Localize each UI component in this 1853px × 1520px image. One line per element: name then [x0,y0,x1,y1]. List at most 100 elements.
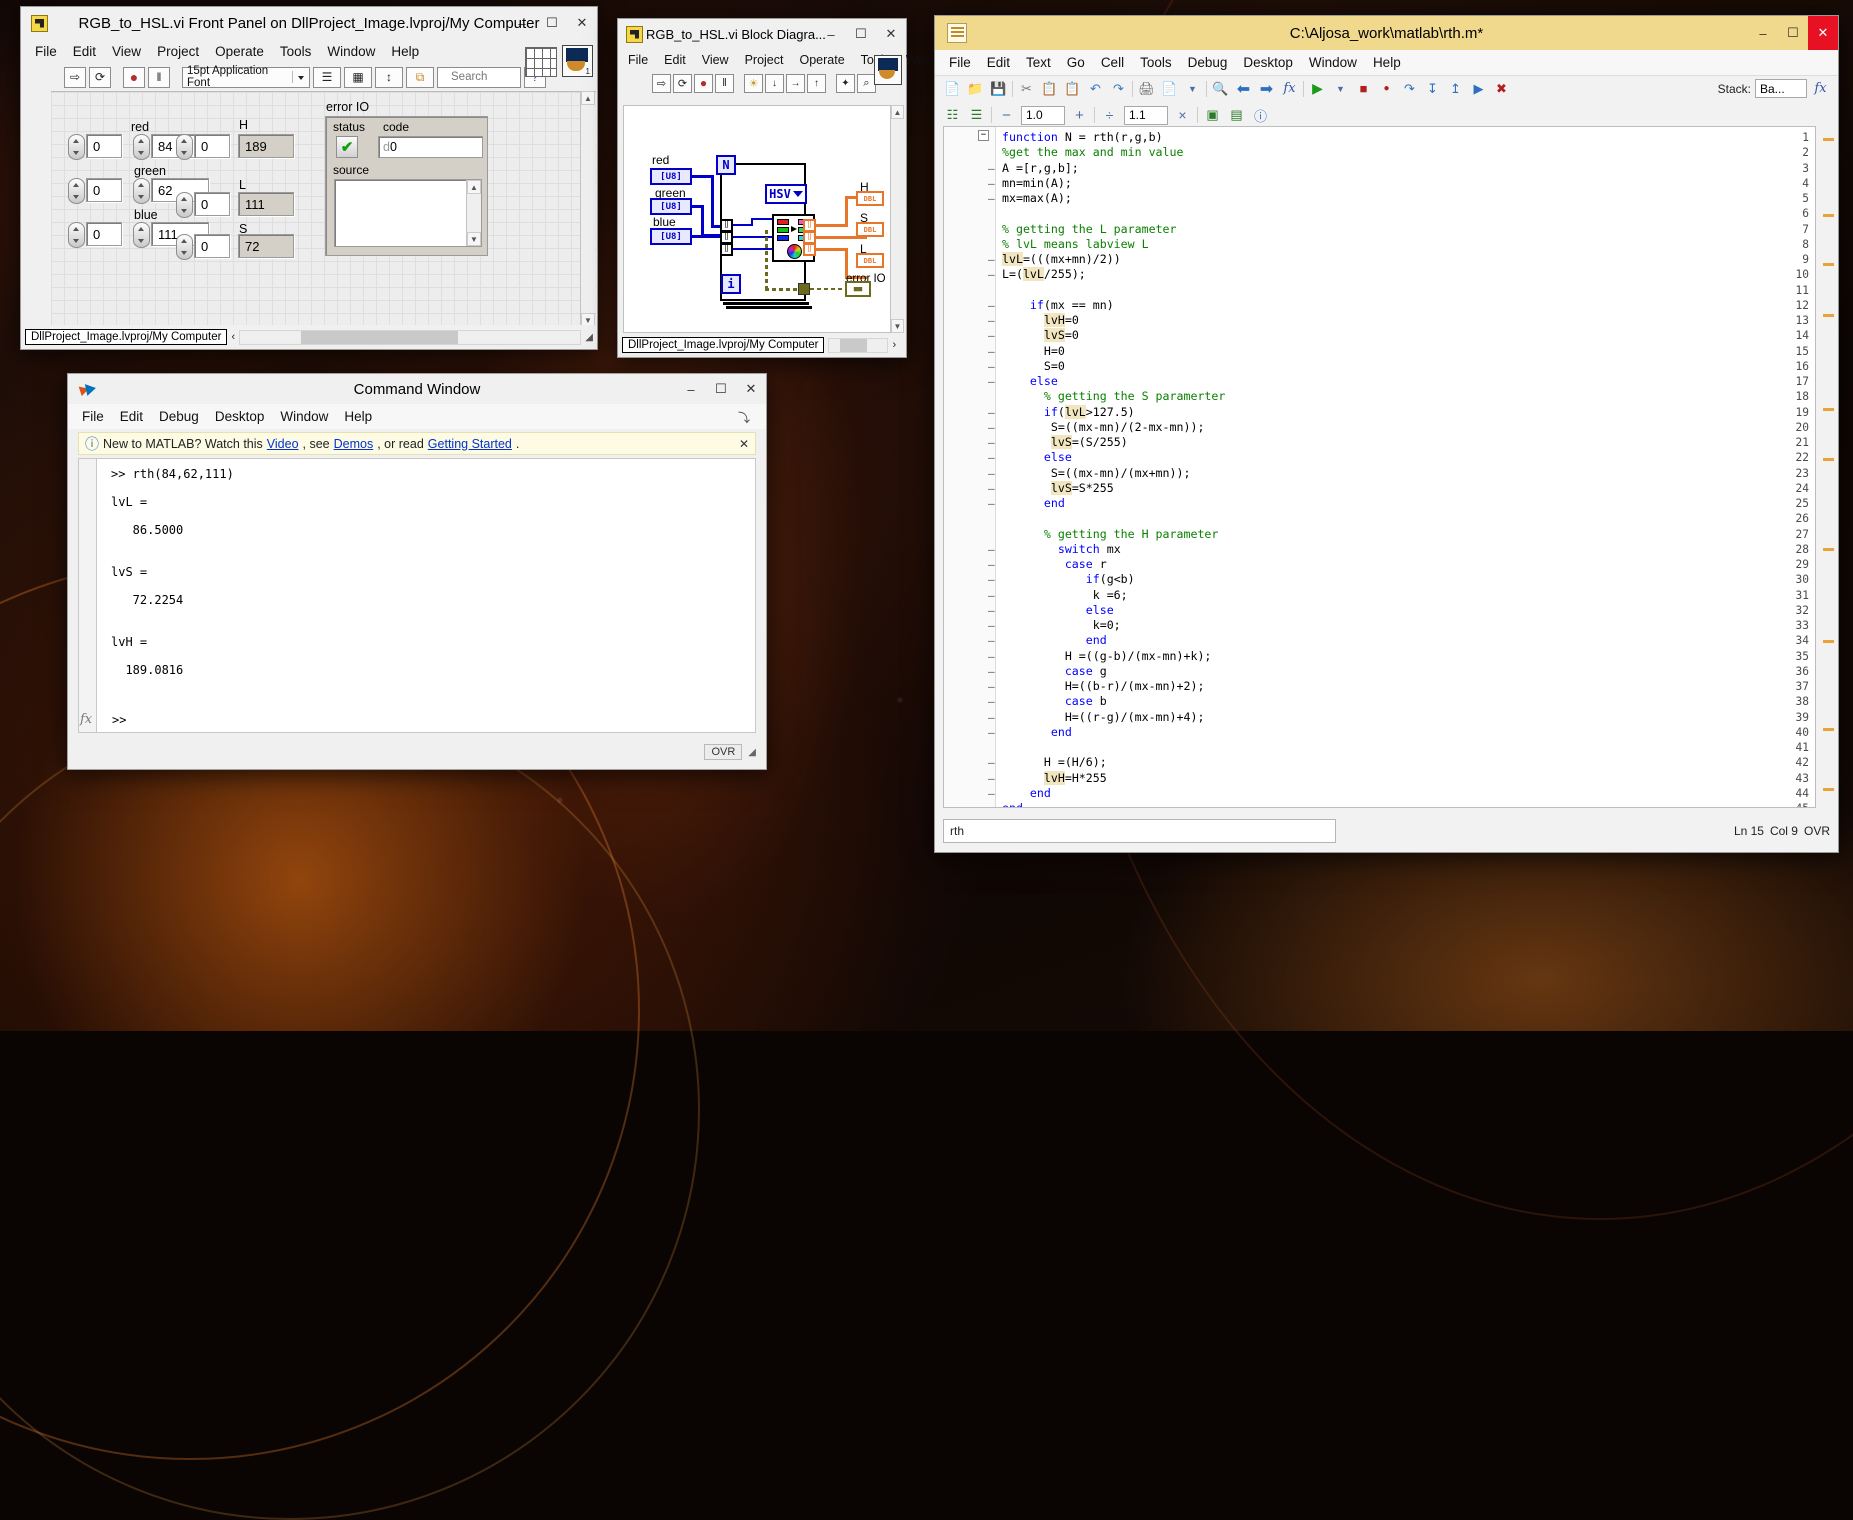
loop-tunnel-blue[interactable]: [] [720,243,733,256]
evaluate-cell-icon[interactable]: ▣ [1203,106,1222,125]
h-spinner[interactable] [176,134,193,160]
matlab-notice-bar[interactable]: ⓘ New to MATLAB? Watch this Video , see … [78,432,756,455]
matlab-editor-window[interactable]: C:\Aljosa_work\matlab\rth.m* – ☐ ✕ File … [934,15,1839,853]
red-offset-value[interactable]: 0 [86,134,122,158]
code-line[interactable]: lvS=S*255 [1002,480,1114,496]
executable-line-marker[interactable]: – [988,267,995,282]
evaluate-cell-advance-icon[interactable]: ▤ [1227,106,1246,125]
executable-line-marker[interactable]: – [988,572,995,587]
executable-line-marker[interactable]: – [988,771,995,786]
stack-selector[interactable]: Ba... [1755,79,1807,98]
step-into-button[interactable]: ↓ [765,73,784,93]
close-button[interactable]: ✕ [1808,16,1838,50]
code-line[interactable]: if(lvL>127.5) [1002,404,1135,420]
command-window-output[interactable]: >> rth(84,62,111) lvL = 86.5000 lvS = 72… [96,458,756,733]
decrease-value-input[interactable]: 1.0 [1021,105,1065,125]
block-diagram-hscrollbar[interactable] [828,337,889,353]
error-io-output-terminal[interactable]: ■■ [845,281,871,297]
code-line[interactable]: else [1002,603,1114,618]
executable-line-marker[interactable]: – [988,664,995,679]
insert-cell-divider-icon[interactable]: ☰ [967,106,986,125]
menu-window[interactable]: Window [272,407,336,426]
executable-line-marker[interactable]: – [988,725,995,740]
insert-cell-icon[interactable]: ☷ [943,106,962,125]
clear-breakpoints-icon[interactable]: ● [1377,79,1396,98]
step-over-button[interactable]: → [786,73,805,93]
minimize-button[interactable]: – [507,7,537,39]
search-input[interactable]: Search [437,66,521,88]
scroll-down-icon[interactable]: ▼ [891,319,904,333]
run-icon[interactable]: ▶ [1308,79,1327,98]
code-line[interactable]: if(g<b) [1002,572,1135,587]
green-input-terminal[interactable]: [U8] [650,198,692,215]
maximize-button[interactable]: ☐ [537,7,567,39]
menu-go[interactable]: Go [1059,53,1093,72]
code-line[interactable]: H=((b-r)/(mx-mn)+2); [1002,679,1205,694]
code-line[interactable]: case g [1002,664,1107,679]
menu-view[interactable]: View [104,42,149,61]
code-line[interactable]: lvH=H*255 [1002,770,1107,786]
code-line[interactable]: % lvL means labview L [1002,237,1149,252]
cut-icon[interactable]: ✂ [1017,79,1036,98]
wire-node-red[interactable] [751,218,773,220]
menu-edit[interactable]: Edit [65,42,104,61]
run-continuously-button[interactable]: ⟳ [89,66,111,88]
paste-icon[interactable]: 📋 [1063,79,1082,98]
code-line[interactable]: lvL=(((mx+mn)/2)) [1002,252,1121,267]
executable-line-marker[interactable]: – [988,542,995,557]
blue-input-terminal[interactable]: [U8] [650,228,692,245]
divide-value-input[interactable]: 1.1 [1124,105,1168,125]
code-line[interactable]: k =6; [1002,588,1128,603]
executable-line-marker[interactable]: – [988,161,995,176]
resize-grip-icon[interactable]: ◢ [748,747,756,758]
highlight-execution-button[interactable]: ☀ [744,73,763,93]
l-offset-value[interactable]: 0 [194,192,230,216]
block-diagram-canvas[interactable]: N i red [U8] green [U8] blue [U8] [] [] … [623,105,895,333]
scroll-up-icon[interactable]: ▲ [581,91,595,105]
minimize-button[interactable]: – [1748,16,1778,50]
collapse-icon[interactable]: ‹ [231,331,235,343]
breakpoint-icon[interactable]: ■ [1354,79,1373,98]
code-line[interactable]: case b [1002,694,1107,709]
menu-debug[interactable]: Debug [1180,53,1236,72]
executable-line-marker[interactable]: – [988,557,995,572]
info-icon[interactable]: ⓘ [1251,106,1270,125]
run-button[interactable]: ⇨ [64,66,86,88]
command-prompt[interactable]: >> [112,713,126,727]
code-line[interactable]: lvS=(S/255) [1002,435,1128,450]
executable-line-marker[interactable]: – [988,481,995,496]
wire-red-vertical[interactable] [711,175,714,228]
green-offset-value[interactable]: 0 [86,178,122,202]
reorder-button[interactable]: ⧉ [406,66,434,88]
executable-line-marker[interactable]: – [988,496,995,511]
menu-text[interactable]: Text [1018,53,1059,72]
code-line[interactable]: H =(H/6); [1002,755,1107,770]
divide-value-button[interactable]: ÷ [1100,106,1119,125]
labview-front-panel-window[interactable]: RGB_to_HSL.vi Front Panel on DllProject_… [20,6,598,350]
increase-value-button[interactable]: + [1070,106,1089,125]
executable-line-marker[interactable]: – [988,679,995,694]
menu-cell[interactable]: Cell [1093,53,1132,72]
front-panel-window-buttons[interactable]: – ☐ ✕ [507,7,597,39]
editor-toolbar[interactable]: 📄 📁 💾 ✂ 📋 📋 ↶ ↷ 🖨 📄 ▼ 🔍 ⬅ ➡ fx ▶ ▼ ■ ● ↷… [935,75,1838,101]
code-line[interactable]: else [1002,450,1072,465]
wire-error[interactable] [810,288,846,290]
editor-menubar[interactable]: File Edit Text Go Cell Tools Debug Deskt… [935,50,1838,75]
block-diagram-window-buttons[interactable]: – ☐ ✕ [816,19,906,49]
distribute-objects-button[interactable]: ▦ [344,66,372,88]
menu-tools[interactable]: Tools [1132,53,1180,72]
editor-code-area[interactable]: − 1 function N = rth(r,g,b) 2 %get the max … [943,126,1816,808]
code-line[interactable]: switch mx [1002,542,1121,557]
executable-line-marker[interactable]: – [988,420,995,435]
menu-file[interactable]: File [620,51,656,69]
code-line[interactable]: %get the max and min value [1002,145,1183,160]
executable-line-marker[interactable]: – [988,801,995,807]
l-output-terminal[interactable]: DBL [856,253,884,268]
run-button[interactable]: ⇨ [652,73,671,93]
resize-grip-icon[interactable]: ◢ [585,332,593,343]
code-line[interactable]: if(mx == mn) [1002,298,1114,313]
menu-help[interactable]: Help [383,42,427,61]
maximize-button[interactable]: ☐ [846,19,876,49]
exit-debug-icon[interactable]: ✖ [1492,79,1511,98]
executable-line-marker[interactable]: – [988,298,995,313]
